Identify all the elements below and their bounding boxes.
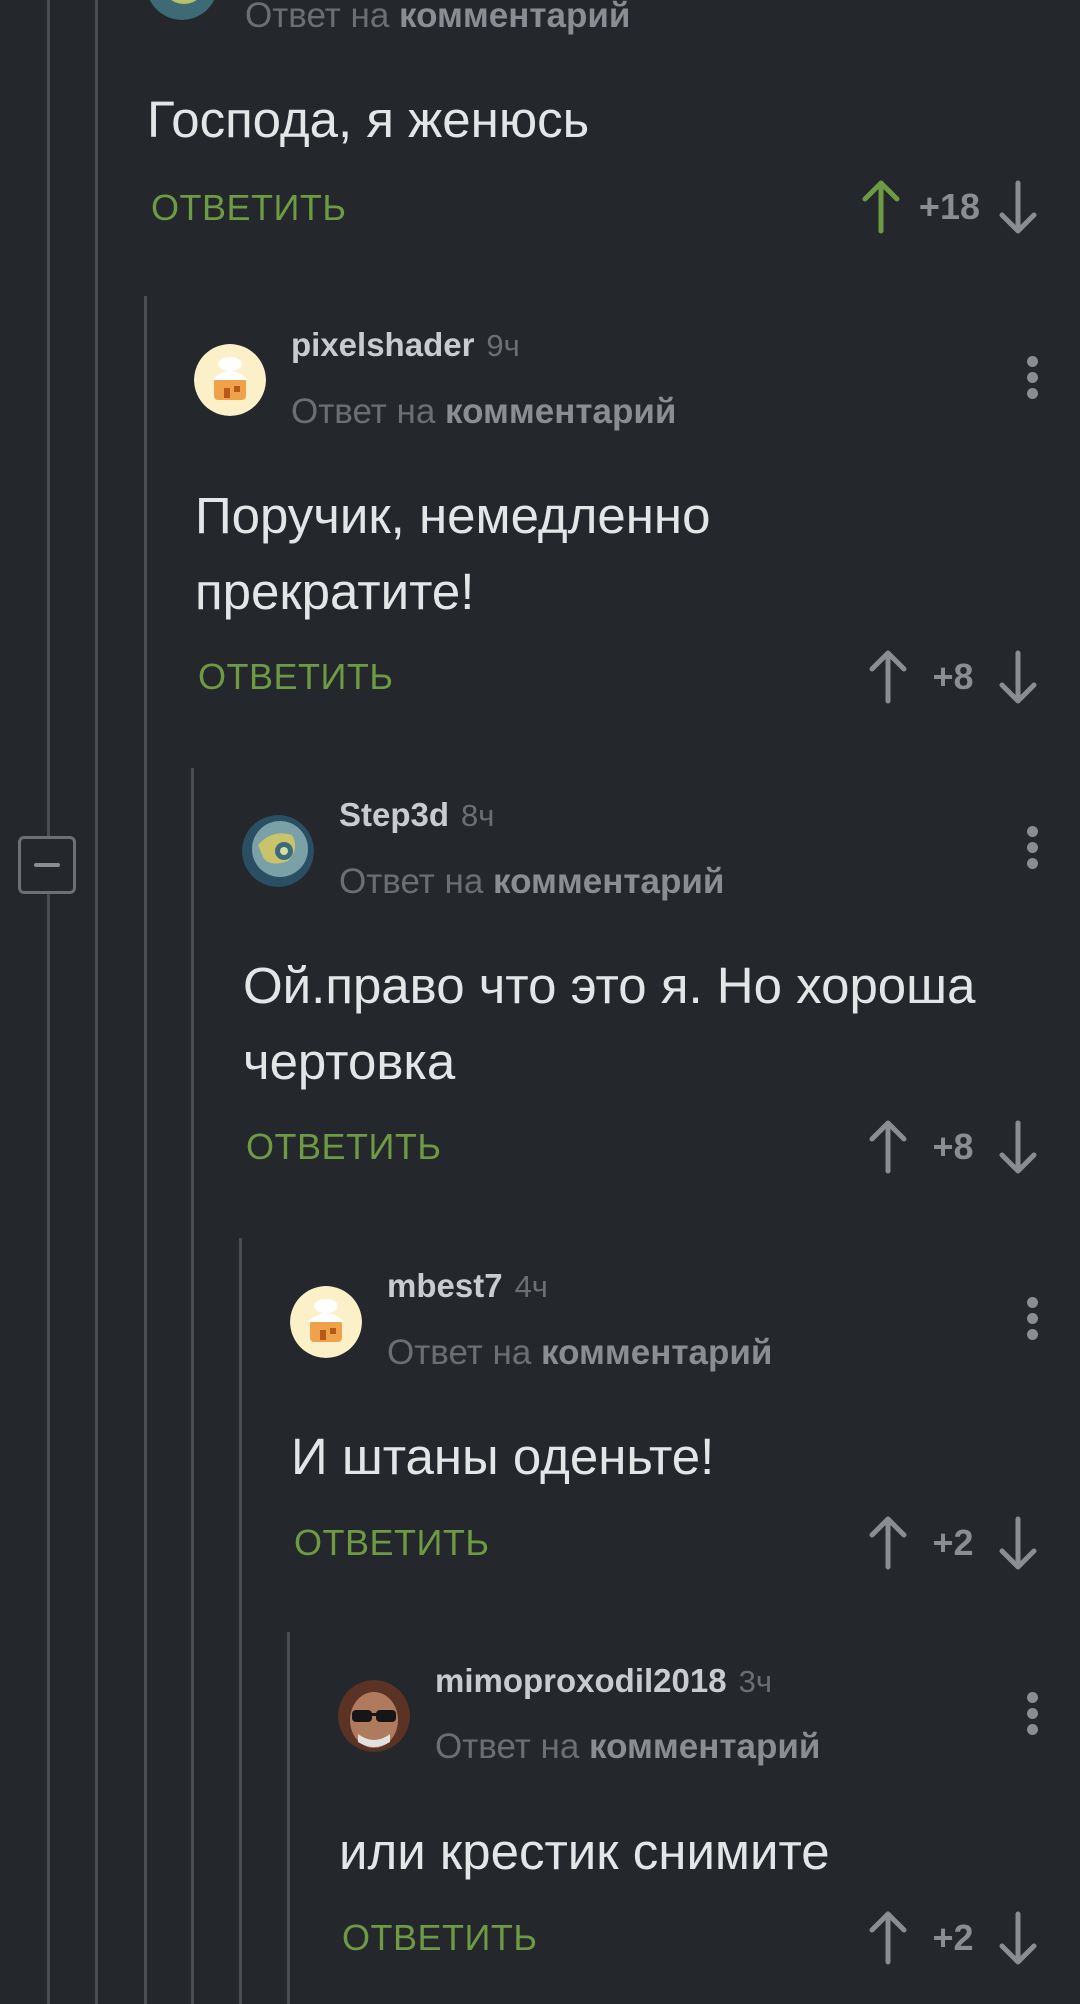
thread-line[interactable] [47,0,50,2004]
reply-to-link[interactable]: Ответ на комментарий [245,0,630,36]
comment-meta: mbest7 4ч [387,1267,548,1307]
collapse-thread-button[interactable] [18,836,76,894]
comment-text: Господа, я женюсь [147,91,590,148]
comment-text: или крестик снимите [339,1823,830,1880]
avatar[interactable] [146,0,218,20]
timestamp: 8ч [461,798,495,833]
score: +2 [932,1917,974,1958]
comment-text: Поручик, немедленно прекратите! [195,487,711,620]
vote-control: +2 [866,1908,1040,1968]
downvote-arrow-icon[interactable] [996,1910,1040,1966]
reply-button[interactable]: ОТВЕТИТЬ [294,1522,490,1564]
comment-meta: pixelshader 9ч [291,326,520,366]
reply-to-target[interactable]: комментарий [589,1727,820,1766]
reply-to-prefix: Ответ на [339,862,484,901]
globe-avatar-icon[interactable] [242,815,314,887]
reply-to-prefix: Ответ на [387,1333,532,1372]
vote-control: +8 [866,647,1040,707]
downvote-arrow-icon[interactable] [996,1515,1040,1571]
reply-to-link[interactable]: Ответ на комментарий [387,1333,772,1373]
thread-line[interactable] [95,0,98,2004]
thread-line[interactable] [144,296,147,2004]
comments-thread: Ответ на комментарий Господа, я женюсь О… [0,0,1080,2004]
downvote-arrow-icon[interactable] [996,649,1040,705]
username[interactable]: mimoproxodil2018 [435,1662,727,1699]
comment-meta: mimoproxodil2018 3ч [435,1662,772,1702]
thread-line[interactable] [287,1632,290,2004]
upvote-arrow-icon[interactable] [866,1119,910,1175]
thread-line[interactable] [191,768,194,2004]
reply-to-target[interactable]: комментарий [541,1333,772,1372]
cake-house-avatar-icon[interactable] [290,1286,362,1358]
score: +8 [932,656,974,697]
score: +2 [932,1522,974,1563]
man-sunglasses-avatar-icon[interactable] [338,1680,410,1752]
cake-house-avatar-icon[interactable] [194,344,266,416]
timestamp: 9ч [486,328,520,363]
reply-to-target[interactable]: комментарий [493,862,724,901]
more-options-icon[interactable] [1022,822,1042,872]
timestamp: 4ч [514,1269,548,1304]
score: +18 [918,186,980,227]
comment-text: И штаны оденьте! [291,1428,715,1485]
upvote-arrow-icon[interactable] [859,179,903,235]
timestamp: 3ч [738,1664,772,1699]
reply-to-link[interactable]: Ответ на комментарий [435,1727,820,1767]
reply-to-link[interactable]: Ответ на комментарий [291,392,676,432]
more-options-icon[interactable] [1022,352,1042,402]
upvote-arrow-icon[interactable] [866,1515,910,1571]
thread-line[interactable] [239,1238,242,2004]
vote-control: +8 [866,1117,1040,1177]
score: +8 [932,1126,974,1167]
more-options-icon[interactable] [1022,1293,1042,1343]
reply-button[interactable]: ОТВЕТИТЬ [342,1917,538,1959]
reply-button[interactable]: ОТВЕТИТЬ [198,656,394,698]
comment-meta: Step3d 8ч [339,796,494,836]
downvote-arrow-icon[interactable] [996,1119,1040,1175]
reply-to-prefix: Ответ на [435,1727,580,1766]
reply-button[interactable]: ОТВЕТИТЬ [151,187,347,229]
upvote-arrow-icon[interactable] [866,1910,910,1966]
reply-to-link[interactable]: Ответ на комментарий [339,862,724,902]
vote-control: +2 [866,1513,1040,1573]
username[interactable]: mbest7 [387,1267,503,1304]
reply-to-target[interactable]: комментарий [445,392,676,431]
username[interactable]: pixelshader [291,326,474,363]
reply-to-prefix: Ответ на [291,392,436,431]
more-options-icon[interactable] [1022,1688,1042,1738]
reply-to-target[interactable]: комментарий [399,0,630,35]
upvote-arrow-icon[interactable] [866,649,910,705]
reply-button[interactable]: ОТВЕТИТЬ [246,1126,442,1168]
reply-to-prefix: Ответ на [245,0,390,35]
username[interactable]: Step3d [339,796,449,833]
comment-text: Ой.право что это я. Но хороша чертовка [243,957,976,1090]
downvote-arrow-icon[interactable] [996,179,1040,235]
vote-control: +18 [859,177,1040,237]
